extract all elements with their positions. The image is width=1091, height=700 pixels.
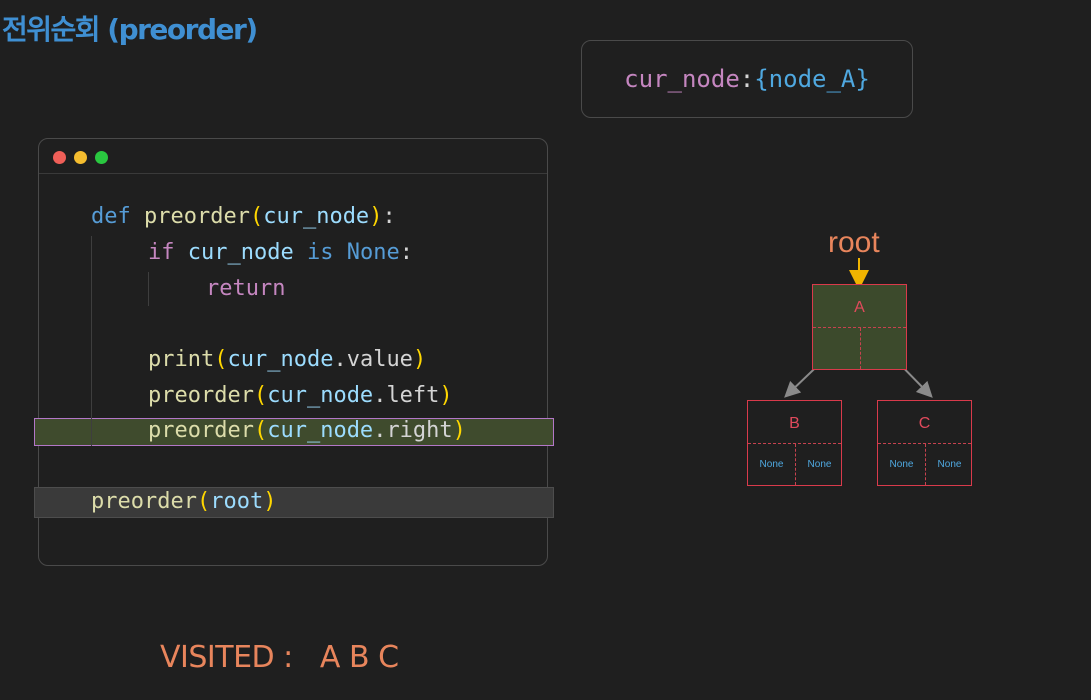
tree-node-c: C None None bbox=[877, 400, 972, 486]
node-divider bbox=[860, 328, 861, 369]
tree-edges bbox=[784, 258, 933, 398]
visited-output: VISITED : A B C bbox=[160, 640, 399, 675]
tree-node-a: A bbox=[812, 284, 907, 370]
visited-label: VISITED : bbox=[160, 640, 293, 675]
left-child-none: None bbox=[889, 459, 914, 470]
right-child-none: None bbox=[937, 459, 962, 470]
tree-node-b: B None None bbox=[747, 400, 842, 486]
node-label: B bbox=[789, 415, 800, 432]
root-label: root bbox=[828, 226, 880, 259]
node-label: C bbox=[918, 415, 931, 432]
visited-nodes: A B C bbox=[319, 640, 399, 675]
right-child-none: None bbox=[807, 459, 832, 470]
left-child-none: None bbox=[759, 459, 784, 470]
node-label: A bbox=[854, 299, 865, 316]
